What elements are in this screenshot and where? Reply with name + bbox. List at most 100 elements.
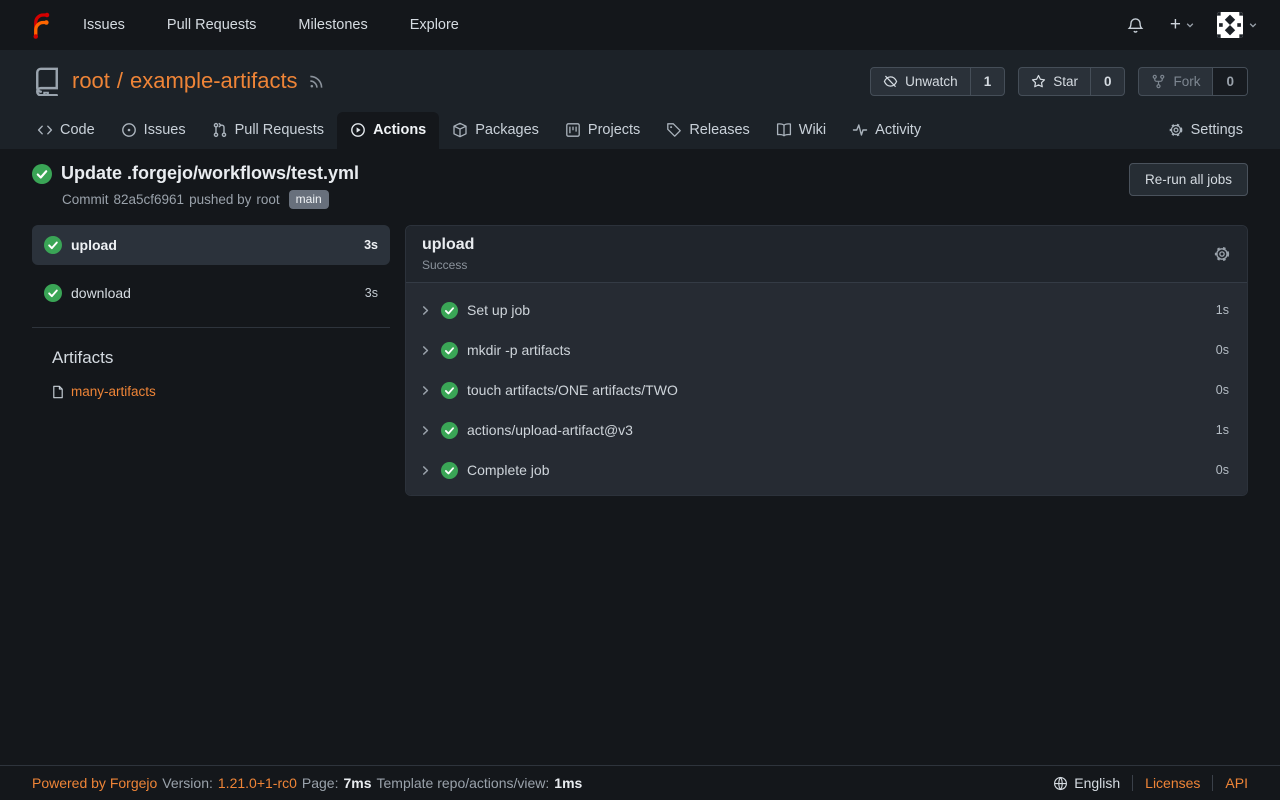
step-duration: 0s [1216,343,1229,357]
main-content: Update .forgejo/workflows/test.yml Commi… [0,149,1280,765]
chevron-right-icon[interactable] [419,424,432,437]
run-subtitle: Commit 82a5cf6961 pushed by root main [62,190,359,209]
tab-issues-label: Issues [144,122,186,138]
licenses-link[interactable]: Licenses [1145,775,1200,791]
job-item-download[interactable]: download 3s [32,273,390,313]
eye-slash-icon [883,74,898,89]
chevron-right-icon[interactable] [419,464,432,477]
navbar-right: + [1117,8,1264,42]
footer-info: Powered by Forgejo Version: 1.21.0+1-rc0… [32,775,582,791]
rerun-all-jobs-button[interactable]: Re-run all jobs [1129,163,1248,196]
artifact-name: many-artifacts [71,384,156,399]
notifications-button[interactable] [1117,9,1154,42]
template-label: Template repo/actions/view: [377,775,550,791]
fork-count[interactable]: 0 [1212,68,1247,95]
forgejo-logo[interactable] [16,10,62,40]
chevron-right-icon[interactable] [419,344,432,357]
step-duration: 0s [1216,463,1229,477]
chevron-right-icon[interactable] [419,384,432,397]
chevron-right-icon[interactable] [419,304,432,317]
commit-author-link[interactable]: root [256,192,279,207]
tab-wiki[interactable]: Wiki [763,112,839,149]
nav-item-issues[interactable]: Issues [62,0,146,50]
tab-projects[interactable]: Projects [552,112,653,149]
code-icon [37,122,53,138]
api-link[interactable]: API [1225,775,1248,791]
job-success-icon [44,284,62,302]
tab-activity-label: Activity [875,122,921,138]
issue-opened-icon [121,122,137,138]
tab-packages-label: Packages [475,122,539,138]
branch-badge[interactable]: main [289,190,329,209]
step-success-icon [441,302,458,319]
language-selector[interactable]: English [1053,775,1120,791]
user-menu-button[interactable] [1211,8,1264,42]
tab-settings[interactable]: Settings [1155,112,1256,149]
artifact-link-many-artifacts[interactable]: many-artifacts [51,384,390,399]
repo-header: root / example-artifacts Unwatch 1 [0,50,1280,149]
breadcrumb-separator: / [117,68,123,94]
commit-sha-link[interactable]: 82a5cf6961 [114,192,185,207]
tab-issues[interactable]: Issues [108,112,199,149]
repo-icon [32,66,62,96]
unwatch-button[interactable]: Unwatch 1 [870,67,1005,96]
artifacts-heading: Artifacts [52,348,390,368]
fork-label: Fork [1173,74,1200,89]
settings-icon [1168,122,1184,138]
nav-item-pull-requests[interactable]: Pull Requests [146,0,277,50]
play-circle-icon [350,122,366,138]
star-button[interactable]: Star 0 [1018,67,1125,96]
avatar [1217,12,1243,38]
star-icon [1031,74,1046,89]
git-pull-request-icon [212,122,228,138]
chevron-down-icon [1248,20,1258,30]
job-detail-panel: upload Success Set up job 1s [405,225,1248,496]
nav-item-explore[interactable]: Explore [389,0,480,50]
step-name: Set up job [467,302,530,318]
step-name: actions/upload-artifact@v3 [467,422,633,438]
template-time: 1ms [554,775,582,791]
step-row-mkdir[interactable]: mkdir -p artifacts 0s [406,330,1247,370]
tab-wiki-label: Wiki [799,122,826,138]
repo-owner-link[interactable]: root [72,68,110,94]
nav-item-milestones[interactable]: Milestones [277,0,388,50]
forgejo-logo-icon [22,10,52,40]
tab-releases[interactable]: Releases [653,112,762,149]
tab-code[interactable]: Code [24,112,108,149]
step-duration: 0s [1216,383,1229,397]
rss-icon[interactable] [308,73,325,90]
star-label: Star [1053,74,1078,89]
tab-pull-requests[interactable]: Pull Requests [199,112,337,149]
tab-code-label: Code [60,122,95,138]
run-title: Update .forgejo/workflows/test.yml [61,163,359,184]
step-row-touch[interactable]: touch artifacts/ONE artifacts/TWO 0s [406,370,1247,410]
pushed-by-label: pushed by [189,192,251,207]
fork-icon [1151,74,1166,89]
repo-name-link[interactable]: example-artifacts [130,68,298,94]
tab-packages[interactable]: Packages [439,112,552,149]
job-name: download [71,285,131,301]
job-detail-title: upload [422,236,474,254]
step-row-setup[interactable]: Set up job 1s [406,290,1247,330]
tab-projects-label: Projects [588,122,640,138]
step-duration: 1s [1216,303,1229,317]
version-link[interactable]: 1.21.0+1-rc0 [218,775,297,791]
step-row-complete[interactable]: Complete job 0s [406,450,1247,490]
run-header: Update .forgejo/workflows/test.yml Commi… [32,163,1248,209]
star-count[interactable]: 0 [1090,68,1125,95]
step-name: Complete job [467,462,550,478]
powered-by-link[interactable]: Powered by Forgejo [32,775,157,791]
step-row-upload-artifact[interactable]: actions/upload-artifact@v3 1s [406,410,1247,450]
job-item-upload[interactable]: upload 3s [32,225,390,265]
gear-icon[interactable] [1213,245,1231,263]
watch-count[interactable]: 1 [970,68,1005,95]
run-success-icon [32,164,52,184]
create-new-button[interactable]: + [1160,10,1205,40]
bell-icon [1127,17,1144,34]
commit-label: Commit [62,192,109,207]
top-navbar: Issues Pull Requests Milestones Explore … [0,0,1280,50]
tab-actions[interactable]: Actions [337,112,439,149]
tab-activity[interactable]: Activity [839,112,934,149]
step-success-icon [441,462,458,479]
fork-button[interactable]: Fork 0 [1138,67,1248,96]
